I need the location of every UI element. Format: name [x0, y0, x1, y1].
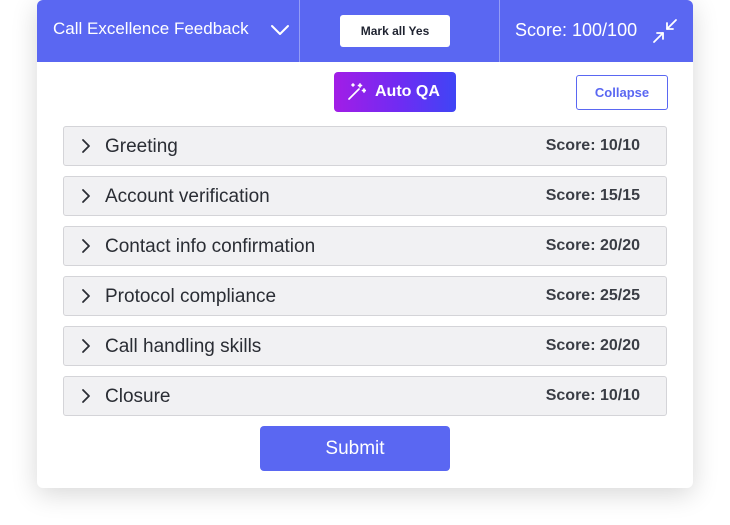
- section-name: Closure: [105, 386, 171, 407]
- section-score: Score: 20/20: [545, 237, 640, 254]
- header-divider: [499, 0, 500, 62]
- auto-qa-label: Auto QA: [375, 83, 440, 100]
- submit-button[interactable]: Submit: [260, 426, 450, 471]
- section-name: Call handling skills: [105, 336, 262, 357]
- form-title: Call Excellence Feedback: [53, 19, 249, 38]
- form-selector-dropdown[interactable]: Call Excellence Feedback: [37, 0, 299, 62]
- section-contact-info-confirmation[interactable]: Contact info confirmation Score: 20/20: [63, 226, 667, 266]
- section-name: Greeting: [105, 136, 178, 157]
- magic-wand-icon: [348, 83, 366, 100]
- panel-header: Call Excellence Feedback Mark all Yes Sc…: [37, 0, 693, 62]
- feedback-panel: Call Excellence Feedback Mark all Yes Sc…: [37, 0, 693, 488]
- chevron-right-icon: [82, 139, 90, 153]
- section-name: Protocol compliance: [105, 286, 277, 307]
- section-score: Score: 25/25: [545, 287, 640, 304]
- section-score: Score: 15/15: [545, 187, 640, 204]
- section-greeting[interactable]: Greeting Score: 10/10: [63, 126, 667, 166]
- collapse-button[interactable]: Collapse: [576, 75, 668, 110]
- section-name: Contact info confirmation: [105, 236, 316, 257]
- section-score: Score: 10/10: [545, 387, 640, 404]
- total-score: Score: 100/100: [515, 20, 638, 40]
- section-score: Score: 10/10: [545, 137, 640, 154]
- mark-all-yes-button[interactable]: Mark all Yes: [340, 15, 450, 47]
- chevron-down-icon: [271, 25, 289, 35]
- chevron-right-icon: [82, 189, 90, 203]
- chevron-right-icon: [82, 389, 90, 403]
- chevron-right-icon: [82, 239, 90, 253]
- section-score: Score: 20/20: [545, 337, 640, 354]
- chevron-right-icon: [82, 289, 90, 303]
- section-closure[interactable]: Closure Score: 10/10: [63, 376, 667, 416]
- section-protocol-compliance[interactable]: Protocol compliance Score: 25/25: [63, 276, 667, 316]
- auto-qa-button[interactable]: Auto QA: [334, 72, 456, 112]
- section-account-verification[interactable]: Account verification Score: 15/15: [63, 176, 667, 216]
- section-name: Account verification: [105, 186, 270, 207]
- header-divider: [299, 0, 300, 62]
- minimize-arrows-icon[interactable]: [652, 18, 678, 44]
- section-call-handling-skills[interactable]: Call handling skills Score: 20/20: [63, 326, 667, 366]
- chevron-right-icon: [82, 339, 90, 353]
